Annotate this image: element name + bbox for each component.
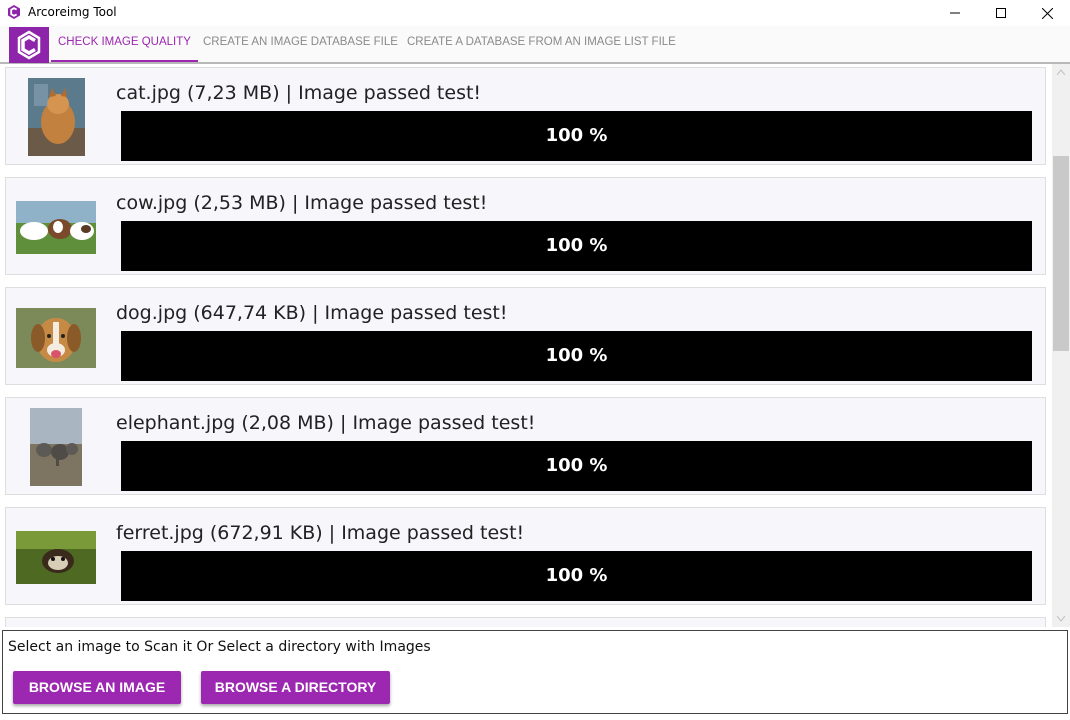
progress-bar: 100 % bbox=[121, 331, 1032, 381]
progress-label: 100 % bbox=[545, 235, 608, 256]
image-result-title: dog.jpg (647,74 KB) | Image passed test! bbox=[116, 302, 508, 324]
scroll-down-button[interactable] bbox=[1052, 611, 1070, 627]
progress-label: 100 % bbox=[545, 455, 608, 476]
vertical-scrollbar[interactable] bbox=[1052, 64, 1070, 627]
tab-create-image-database[interactable]: CREATE AN IMAGE DATABASE FILE bbox=[203, 26, 398, 60]
maximize-icon bbox=[996, 8, 1006, 18]
cat-photo-icon bbox=[28, 78, 85, 156]
arrow-down-icon bbox=[1057, 616, 1065, 622]
progress-bar: 100 % bbox=[121, 551, 1032, 601]
image-result-title: elephant.jpg (2,08 MB) | Image passed te… bbox=[116, 412, 536, 434]
instructions-text: Select an image to Scan it Or Select a d… bbox=[8, 639, 431, 655]
list-item bbox=[5, 617, 1046, 627]
image-result-list[interactable]: cat.jpg (7,23 MB) | Image passed test! 1… bbox=[0, 64, 1070, 627]
progress-bar: 100 % bbox=[121, 221, 1032, 271]
close-button[interactable] bbox=[1024, 0, 1070, 26]
ferret-photo-thumbnail bbox=[16, 531, 96, 584]
progress-bar: 100 % bbox=[121, 111, 1032, 161]
minimize-icon bbox=[950, 12, 960, 14]
elephant-photo-thumbnail bbox=[30, 408, 82, 486]
close-icon bbox=[1041, 7, 1053, 19]
image-result-title: ferret.jpg (672,91 KB) | Image passed te… bbox=[116, 522, 525, 544]
browse-panel: Select an image to Scan it Or Select a d… bbox=[2, 630, 1068, 714]
ferret-photo-icon bbox=[16, 531, 96, 584]
cow-photo-thumbnail bbox=[16, 201, 96, 254]
tab-check-image-quality[interactable]: CHECK IMAGE QUALITY bbox=[51, 26, 198, 62]
browse-image-button[interactable]: BROWSE AN IMAGE bbox=[13, 671, 181, 704]
scroll-up-button[interactable] bbox=[1052, 64, 1070, 80]
dog-photo-icon bbox=[16, 308, 96, 368]
elephant-photo-icon bbox=[30, 408, 82, 486]
title-bar: Arcoreimg Tool bbox=[0, 0, 1070, 26]
browse-directory-button[interactable]: BROWSE A DIRECTORY bbox=[201, 671, 390, 704]
image-result-title: cow.jpg (2,53 MB) | Image passed test! bbox=[116, 192, 488, 214]
window-title: Arcoreimg Tool bbox=[28, 5, 117, 19]
minimize-button[interactable] bbox=[932, 0, 978, 26]
progress-label: 100 % bbox=[545, 345, 608, 366]
list-item: elephant.jpg (2,08 MB) | Image passed te… bbox=[5, 397, 1046, 495]
maximize-button[interactable] bbox=[978, 0, 1024, 26]
tab-create-database-from-list[interactable]: CREATE A DATABASE FROM AN IMAGE LIST FIL… bbox=[407, 26, 676, 60]
image-result-title: cat.jpg (7,23 MB) | Image passed test! bbox=[116, 82, 482, 104]
progress-label: 100 % bbox=[545, 125, 608, 146]
app-logo-icon bbox=[17, 30, 41, 60]
cow-photo-icon bbox=[16, 201, 96, 254]
app-logo bbox=[9, 27, 49, 63]
list-item: ferret.jpg (672,91 KB) | Image passed te… bbox=[5, 507, 1046, 605]
list-item: dog.jpg (647,74 KB) | Image passed test!… bbox=[5, 287, 1046, 385]
cat-photo-thumbnail bbox=[28, 78, 85, 156]
list-item: cat.jpg (7,23 MB) | Image passed test! 1… bbox=[5, 67, 1046, 165]
arrow-up-icon bbox=[1057, 69, 1065, 75]
scrollbar-thumb[interactable] bbox=[1053, 156, 1069, 351]
progress-label: 100 % bbox=[545, 565, 608, 586]
dog-photo-thumbnail bbox=[16, 308, 96, 368]
tab-bar: CHECK IMAGE QUALITY CREATE AN IMAGE DATA… bbox=[0, 26, 1070, 64]
app-logo-icon bbox=[8, 5, 20, 19]
list-item: cow.jpg (2,53 MB) | Image passed test! 1… bbox=[5, 177, 1046, 275]
progress-bar: 100 % bbox=[121, 441, 1032, 491]
